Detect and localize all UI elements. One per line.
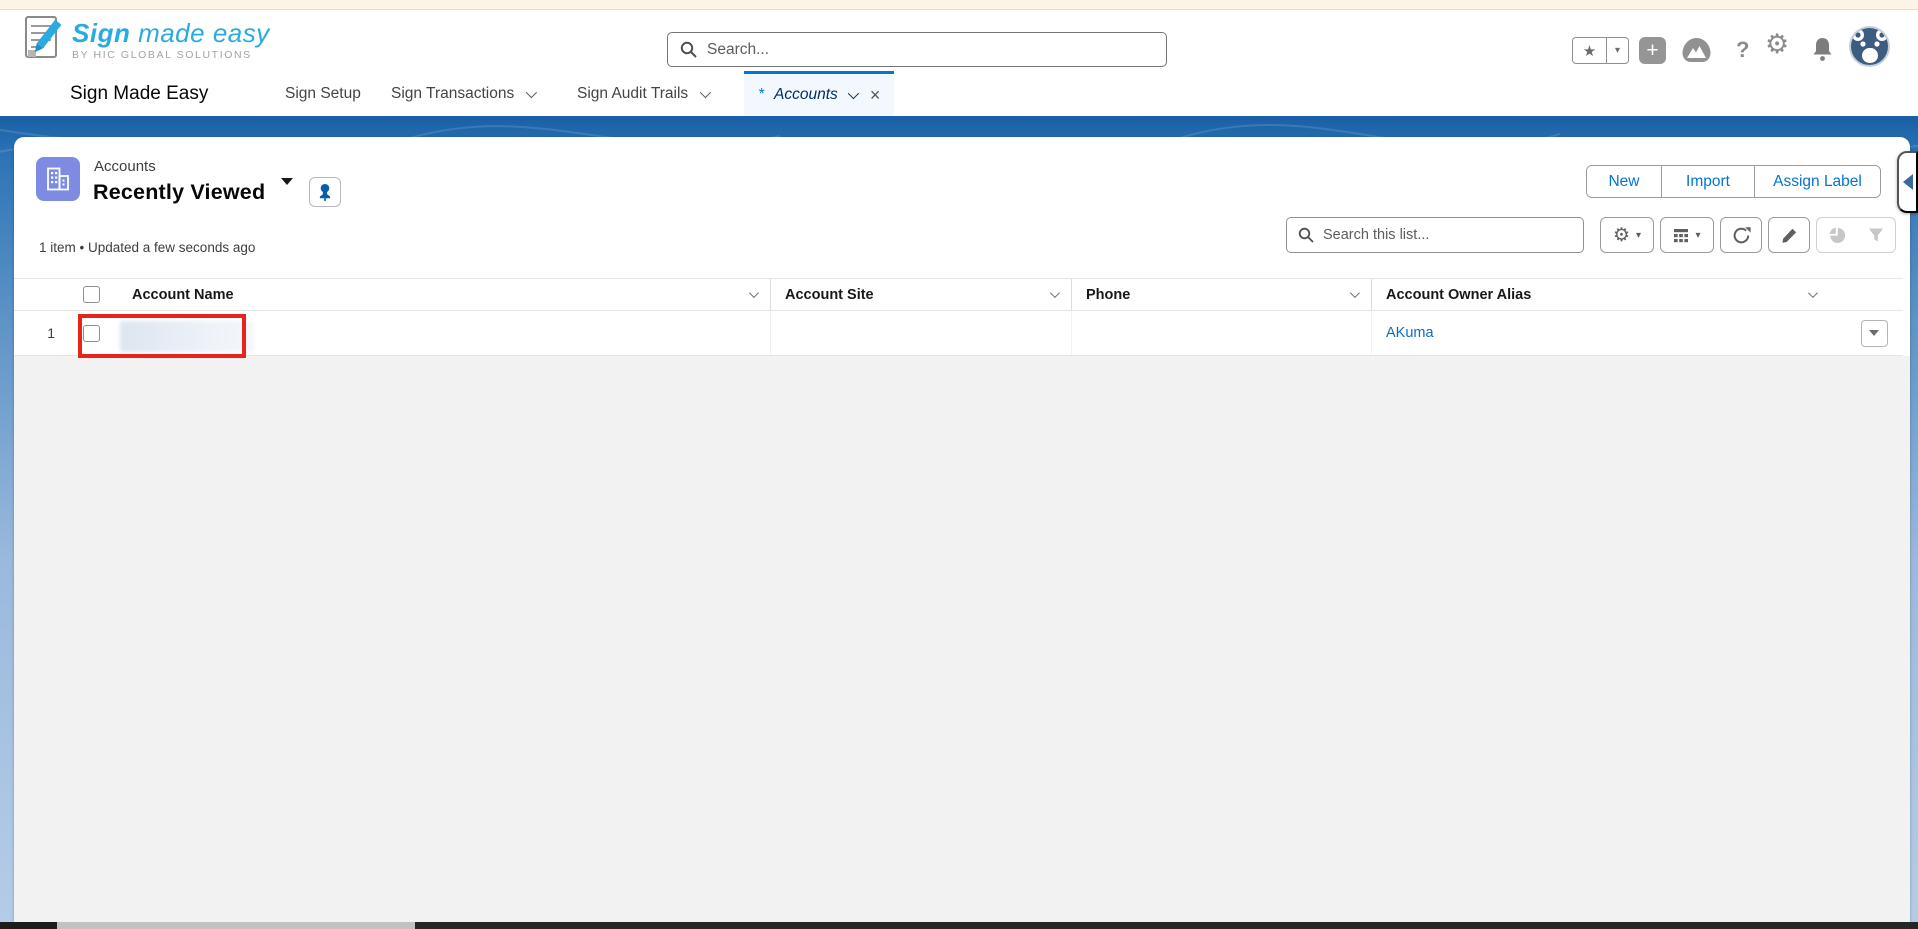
brand-rest: made easy <box>130 18 270 48</box>
app-window: Sign made easy BY HIC GLOBAL SOLUTIONS ★… <box>0 0 1918 929</box>
filter-funnel-icon <box>1868 228 1883 242</box>
side-panel-handle[interactable] <box>1897 151 1918 213</box>
chevron-down-icon[interactable] <box>699 86 712 98</box>
list-view-card: Accounts Recently Viewed New Import Assi… <box>14 137 1910 922</box>
table-row: 1 AKuma <box>14 311 1903 356</box>
list-view-name: Recently Viewed <box>93 179 266 204</box>
close-icon[interactable]: × <box>870 85 881 106</box>
caret-down-icon: ▾ <box>1695 229 1701 241</box>
search-icon <box>680 41 697 58</box>
column-label: Account Name <box>132 286 234 303</box>
cell-phone <box>1072 311 1372 355</box>
list-view-controls-button[interactable]: ⚙ ▾ <box>1600 217 1654 253</box>
column-label: Account Site <box>785 286 874 303</box>
brand-text: Sign made easy BY HIC GLOBAL SOLUTIONS <box>72 18 270 61</box>
chart-pie-icon <box>1829 227 1845 243</box>
cell-account-site <box>771 311 1072 355</box>
quick-create-plus-icon[interactable]: + <box>1639 37 1666 64</box>
tab-sign-transactions[interactable]: Sign Transactions <box>391 71 538 116</box>
row-number: 1 <box>47 325 55 341</box>
tab-label: Accounts <box>774 86 838 103</box>
pencil-icon <box>1781 228 1796 243</box>
setup-gear-icon[interactable]: ⚙ <box>1765 29 1789 60</box>
list-view-selector[interactable] <box>279 177 295 202</box>
select-all-checkbox[interactable] <box>82 286 100 303</box>
chevron-left-icon <box>1903 174 1913 190</box>
accounts-object-icon <box>36 157 80 201</box>
display-as-button[interactable]: ▾ <box>1660 217 1714 253</box>
document-pencil-icon <box>25 16 62 58</box>
tab-sign-setup[interactable]: Sign Setup <box>285 71 361 116</box>
page-action-group: New Import Assign Label <box>1586 165 1881 198</box>
list-search <box>1286 217 1584 253</box>
charts-button-disabled[interactable] <box>1817 218 1856 252</box>
select-all-cell <box>64 286 118 303</box>
column-label: Account Owner Alias <box>1386 286 1532 303</box>
global-header: Sign made easy BY HIC GLOBAL SOLUTIONS ★… <box>0 10 1918 71</box>
app-nav-bar: Sign Made Easy Sign Setup Sign Transacti… <box>0 71 1918 176</box>
tab-sign-audit-trails[interactable]: Sign Audit Trails <box>577 71 712 116</box>
chevron-down-icon[interactable] <box>1049 288 1060 299</box>
chevron-down-icon[interactable] <box>525 86 538 98</box>
tab-label: Sign Audit Trails <box>577 84 689 102</box>
help-icon[interactable]: ? <box>1736 37 1749 63</box>
chevron-down-icon[interactable] <box>1807 288 1818 299</box>
bottom-edge-dark-left <box>0 922 57 929</box>
inline-edit-button[interactable] <box>1768 217 1810 253</box>
browser-top-strip <box>0 0 1918 10</box>
bottom-edge-gray <box>57 922 415 929</box>
brand-emphasis: Sign <box>72 18 131 48</box>
chevron-down-icon[interactable] <box>847 87 859 100</box>
chevron-down-icon[interactable] <box>1349 288 1360 299</box>
object-label: Accounts <box>94 158 156 175</box>
refresh-button[interactable] <box>1720 217 1762 253</box>
brand-tagline: BY HIC GLOBAL SOLUTIONS <box>72 49 252 61</box>
import-button[interactable]: Import <box>1661 166 1754 197</box>
unsaved-indicator: * <box>758 86 765 103</box>
favorites-star-icon[interactable]: ★ <box>1573 38 1606 63</box>
column-label: Phone <box>1086 286 1131 303</box>
assign-label-button[interactable]: Assign Label <box>1754 166 1880 197</box>
trailhead-icon[interactable] <box>1680 36 1713 68</box>
global-search-input[interactable] <box>707 40 1154 59</box>
chevron-down-icon[interactable] <box>748 288 759 299</box>
tab-label: Sign Transactions <box>391 84 515 102</box>
user-avatar[interactable] <box>1849 26 1890 67</box>
bottom-edge-dark-right <box>415 922 1918 929</box>
column-header-account-owner-alias[interactable]: Account Owner Alias <box>1372 279 1845 310</box>
global-search <box>667 32 1167 67</box>
app-name: Sign Made Easy <box>70 82 209 104</box>
filter-button-disabled[interactable] <box>1856 218 1895 252</box>
app-logo <box>22 14 64 67</box>
refresh-icon <box>1733 226 1751 243</box>
tab-accounts-active[interactable]: * Accounts × <box>744 71 895 116</box>
column-header-account-site[interactable]: Account Site <box>771 279 1072 310</box>
table-grid-icon <box>1674 228 1689 242</box>
list-search-input[interactable] <box>1323 227 1572 243</box>
gear-icon: ⚙ <box>1612 224 1630 246</box>
new-button[interactable]: New <box>1587 166 1661 197</box>
row-actions-button[interactable] <box>1860 319 1888 347</box>
favorites-button-group: ★ ▾ <box>1572 37 1629 64</box>
annotation-red-box <box>78 314 246 358</box>
list-status-text: 1 item • Updated a few seconds ago <box>39 240 256 255</box>
pin-list-button[interactable] <box>309 177 342 207</box>
table-header-row: Account Name Account Site Phone Account … <box>14 278 1903 311</box>
triangle-down-icon <box>1869 330 1879 336</box>
favorites-caret-icon[interactable]: ▾ <box>1606 38 1628 63</box>
caret-down-icon: ▾ <box>1636 229 1642 241</box>
owner-alias-link[interactable]: AKuma <box>1386 325 1434 341</box>
search-icon <box>1298 227 1314 243</box>
column-header-account-name[interactable]: Account Name <box>118 279 771 310</box>
tab-label: Sign Setup <box>285 84 361 102</box>
empty-list-area <box>14 356 1910 922</box>
pin-icon <box>320 184 331 201</box>
column-header-phone[interactable]: Phone <box>1072 279 1372 310</box>
notifications-bell-icon[interactable] <box>1810 36 1835 66</box>
chart-filter-group <box>1816 217 1896 253</box>
triangle-down-icon <box>281 177 294 200</box>
cell-account-owner-alias: AKuma <box>1372 311 1845 355</box>
